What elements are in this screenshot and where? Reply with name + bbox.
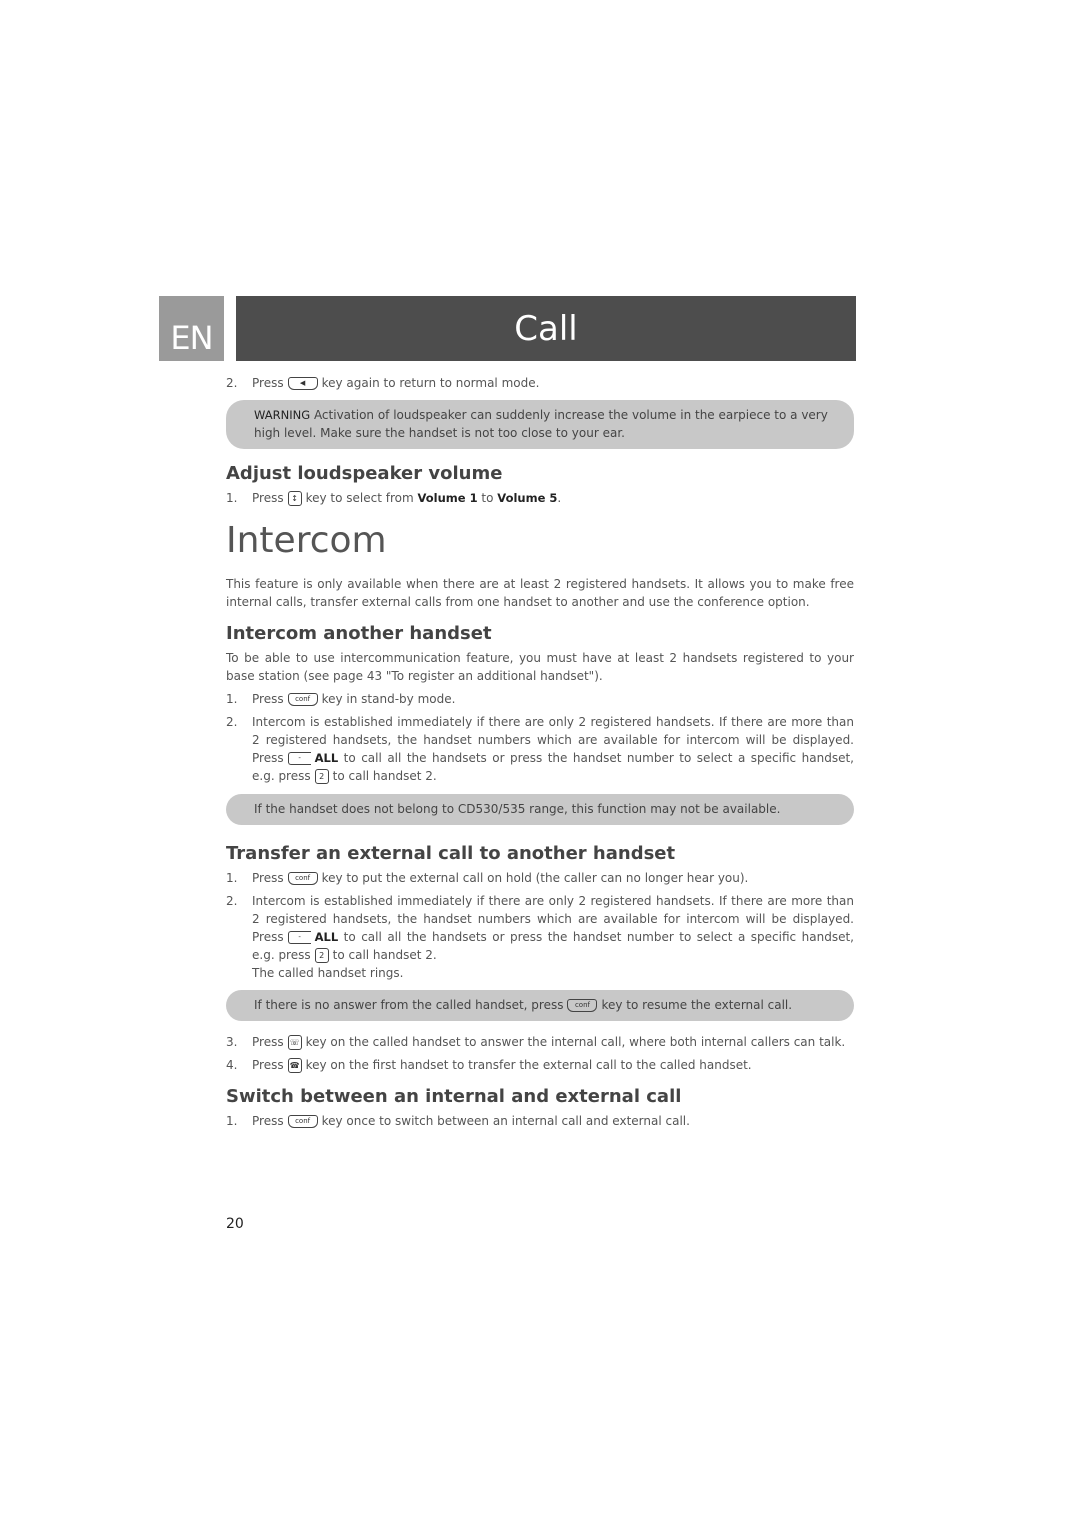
intercom-intro: This feature is only available when ther… xyxy=(226,577,854,609)
step-extra: The called handset rings. xyxy=(252,966,404,980)
volume-min: Volume 1 xyxy=(417,491,478,505)
step-text: key once to switch between an internal c… xyxy=(321,1114,690,1128)
list-item: 1. Press ↕ key to select from Volume 1 to … xyxy=(226,489,854,507)
number-key-icon: 2 xyxy=(314,769,329,784)
list-item: 3. Press ☏ key on the called handset to an… xyxy=(226,1033,854,1051)
note-text: If the handset does not belong to CD530/… xyxy=(254,802,781,816)
step-text: key in stand-by mode. xyxy=(321,692,456,706)
volume-max: Volume 5 xyxy=(497,491,558,505)
list-item: 2. Intercom is established immediately i… xyxy=(226,892,854,982)
note-text: key to resume the external call. xyxy=(601,998,793,1012)
warning-note: WARNING Activation of loudspeaker can su… xyxy=(226,400,854,449)
section-heading: Transfer an external call to another han… xyxy=(226,843,676,864)
list-item: 4. Press ☎ key on the first handset to tra… xyxy=(226,1056,854,1074)
step-number: 2. xyxy=(226,715,238,729)
section-heading: Adjust loudspeaker volume xyxy=(226,463,503,484)
list-item: 2. Press ◀ key again to return to normal m… xyxy=(226,374,854,392)
warning-label: WARNING xyxy=(254,408,311,422)
step-text: Press xyxy=(252,1058,284,1072)
step-text: Press xyxy=(252,376,284,390)
language-label: EN xyxy=(170,319,213,357)
section-title: Intercom xyxy=(226,520,387,561)
step-number: 1. xyxy=(226,871,238,885)
info-note: If there is no answer from the called ha… xyxy=(226,990,854,1021)
all-label: ALL xyxy=(314,930,339,944)
number-key-icon: 2 xyxy=(314,948,329,963)
step-number: 2. xyxy=(226,894,238,908)
hangup-key-icon: ☎ xyxy=(287,1058,302,1073)
all-label: ALL xyxy=(314,751,339,765)
list-item: 2. Intercom is established immediately i… xyxy=(226,713,854,785)
warning-text: Activation of loudspeaker can suddenly i… xyxy=(254,408,828,440)
step-text: Press xyxy=(252,491,284,505)
conf-key-icon: conf xyxy=(567,999,598,1012)
step-text: Press xyxy=(252,1035,284,1049)
step-number: 1. xyxy=(226,692,238,706)
left-softkey-icon: - xyxy=(287,752,311,765)
conf-key-icon: conf xyxy=(287,1115,318,1128)
speaker-key-icon: ◀ xyxy=(287,377,318,390)
step-text: to call handset 2. xyxy=(332,769,437,783)
section-heading: Switch between an internal and external … xyxy=(226,1086,682,1107)
language-tab: EN xyxy=(159,296,224,361)
step-number: 1. xyxy=(226,1114,238,1128)
step-text: key again to return to normal mode. xyxy=(321,376,540,390)
step-text: key to put the external call on hold (th… xyxy=(321,871,749,885)
list-item: 1. Press conf key once to switch between a… xyxy=(226,1112,854,1130)
step-text: key on the called handset to answer the … xyxy=(305,1035,846,1049)
page-number: 20 xyxy=(226,1216,244,1232)
chapter-title: Call xyxy=(514,308,578,349)
intercom-another-intro: To be able to use intercommunication fea… xyxy=(226,651,854,683)
info-note: If the handset does not belong to CD530/… xyxy=(226,794,854,825)
step-text: Press xyxy=(252,692,284,706)
list-item: 1. Press conf key in stand-by mode. xyxy=(226,690,854,708)
step-text: key on the first handset to transfer the… xyxy=(305,1058,752,1072)
list-item: 1. Press conf key to put the external call… xyxy=(226,869,854,887)
page-content: 2. Press ◀ key again to return to normal m… xyxy=(226,370,854,1130)
step-number: 4. xyxy=(226,1058,238,1072)
conf-key-icon: conf xyxy=(287,693,318,706)
step-text: . xyxy=(557,491,562,505)
section-heading: Intercom another handset xyxy=(226,623,492,644)
step-text: Press xyxy=(252,1114,284,1128)
conf-key-icon: conf xyxy=(287,872,318,885)
note-text: If there is no answer from the called ha… xyxy=(254,998,564,1012)
step-text: to call handset 2. xyxy=(332,948,437,962)
talk-key-icon: ☏ xyxy=(287,1035,302,1050)
left-softkey-icon: - xyxy=(287,931,311,944)
step-number: 1. xyxy=(226,491,238,505)
chapter-title-bar: Call xyxy=(236,296,856,361)
step-number: 3. xyxy=(226,1035,238,1049)
step-text: to xyxy=(481,491,494,505)
step-text: Press xyxy=(252,871,284,885)
step-number: 2. xyxy=(226,376,238,390)
step-text: key to select from xyxy=(305,491,414,505)
volume-key-icon: ↕ xyxy=(287,491,302,506)
